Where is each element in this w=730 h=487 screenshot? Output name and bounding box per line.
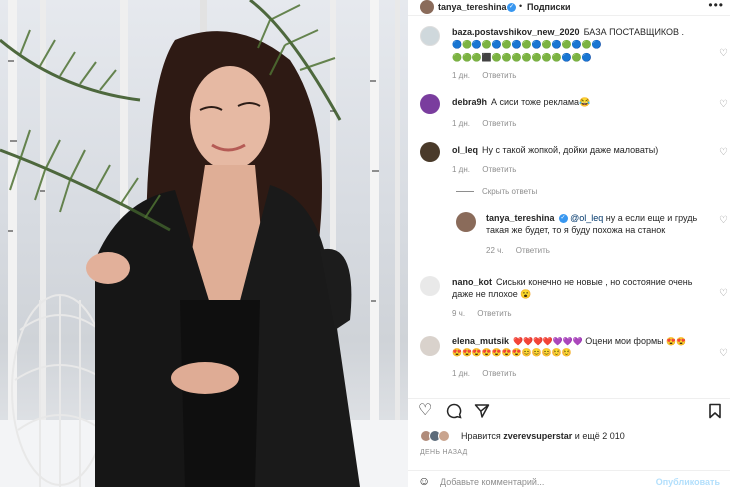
divider-line: [456, 191, 474, 193]
reply-link[interactable]: Ответить: [477, 309, 511, 318]
separator-dot: •: [519, 1, 523, 11]
hide-replies-link[interactable]: Скрыть ответы: [456, 187, 537, 196]
commenter-avatar[interactable]: [420, 26, 440, 46]
comment-text: Ну с такой жопкой, дойки даже маловаты): [482, 145, 659, 155]
hide-replies-label: Скрыть ответы: [482, 187, 538, 196]
commenter-username[interactable]: baza.postavshikov_new_2020: [452, 27, 580, 37]
verified-icon: ✓: [558, 214, 568, 224]
add-comment-bar: ☺ Добавьте комментарий... Опубликовать: [408, 470, 730, 487]
post-actions-bar: ♡: [408, 398, 730, 424]
more-options-icon[interactable]: •••: [708, 0, 724, 12]
share-icon[interactable]: [474, 403, 490, 423]
reply-time: 22 ч.: [486, 246, 504, 255]
commenter-username[interactable]: debra9h: [452, 97, 487, 107]
comment-text: Оцени мои формы: [585, 336, 664, 346]
reply-link[interactable]: Ответить: [482, 165, 516, 174]
commenter-avatar[interactable]: [420, 94, 440, 114]
like-comment-icon[interactable]: ♡: [719, 288, 728, 299]
comment-time: 1 дн.: [452, 369, 470, 378]
comment-emojis: 😍😍😍😍😍😍😍😊😊😊☺️☺️: [452, 348, 572, 357]
comment-emojis: 🔵🟢🔵🟢🔵🟢🔵🟢🔵🟢🔵🟢🔵🟢🔵: [452, 40, 602, 49]
likes-suffix[interactable]: и ещё 2 010: [575, 431, 625, 441]
like-comment-icon[interactable]: ♡: [719, 215, 728, 226]
likes-text: Нравится zverevsuperstar и ещё 2 010: [461, 431, 625, 441]
comment-text: БАЗА ПОСТАВЩИКОВ .: [583, 27, 685, 37]
publish-button[interactable]: Опубликовать: [656, 477, 720, 487]
comment-text: Сиськи конечно не новые , но состояние о…: [496, 277, 693, 287]
reply-text: ну а если еще и грудь: [603, 213, 698, 223]
heart-icon[interactable]: ♡: [418, 403, 432, 419]
reply-mention[interactable]: @ol_leq: [570, 213, 603, 223]
following-button[interactable]: Подписки: [527, 2, 571, 12]
comment-time: 9 ч.: [452, 309, 466, 318]
like-comment-icon[interactable]: ♡: [719, 348, 728, 359]
reply-text: такая же будет, то я буду похожа на стан…: [486, 225, 666, 235]
post-header: tanya_tereshina ✓ • Подписки •••: [408, 0, 730, 16]
comment-time: 1 дн.: [452, 71, 470, 80]
commenter-username[interactable]: nano_kot: [452, 277, 492, 287]
reply-link[interactable]: Ответить: [482, 71, 516, 80]
comment-emojis: 🟢🟢🟢⬛🟢🟢🟢🟢🟢🟢🟢🔵🟢🔵: [452, 53, 592, 62]
like-comment-icon[interactable]: ♡: [719, 147, 728, 158]
likes-user[interactable]: zverevsuperstar: [503, 431, 572, 441]
like-comment-icon[interactable]: ♡: [719, 48, 728, 59]
author-avatar[interactable]: [420, 0, 434, 14]
reply-link[interactable]: Ответить: [482, 119, 516, 128]
author-username[interactable]: tanya_tereshina: [438, 2, 507, 12]
comment-icon[interactable]: [446, 403, 462, 423]
comment-emojis: 😍😍: [666, 337, 687, 346]
comment-time: 1 дн.: [452, 119, 470, 128]
photo-art: [0, 0, 408, 487]
comment-input[interactable]: Добавьте комментарий...: [440, 477, 544, 487]
comment-text: даже не плохое 😮: [452, 289, 532, 299]
commenter-username[interactable]: ol_leq: [452, 145, 478, 155]
comment-time: 1 дн.: [452, 165, 470, 174]
bookmark-icon[interactable]: [708, 403, 722, 423]
likes-prefix: Нравится: [461, 431, 501, 441]
comment-text: А сиси тоже реклама😂: [491, 97, 591, 107]
liker-avatar: [438, 430, 450, 442]
reply-author-avatar[interactable]: [456, 212, 476, 232]
comments-panel: tanya_tereshina ✓ • Подписки ••• baza.po…: [408, 0, 730, 487]
commenter-avatar[interactable]: [420, 142, 440, 162]
reply-link[interactable]: Ответить: [482, 369, 516, 378]
comment-emojis: ❤️❤️❤️❤️💜💜💜: [513, 337, 583, 346]
post-date: ДЕНЬ НАЗАД: [420, 449, 468, 456]
smile-icon[interactable]: ☺: [418, 474, 430, 487]
commenter-avatar[interactable]: [420, 276, 440, 296]
post-photo[interactable]: [0, 0, 408, 487]
like-comment-icon[interactable]: ♡: [719, 99, 728, 110]
commenter-username[interactable]: elena_mutsik: [452, 336, 509, 346]
reply-link[interactable]: Ответить: [516, 246, 550, 255]
likes-summary[interactable]: Нравится zverevsuperstar и ещё 2 010: [420, 430, 720, 444]
reply-username[interactable]: tanya_tereshina: [486, 213, 555, 223]
commenter-avatar[interactable]: [420, 336, 440, 356]
verified-icon: ✓: [507, 3, 516, 12]
